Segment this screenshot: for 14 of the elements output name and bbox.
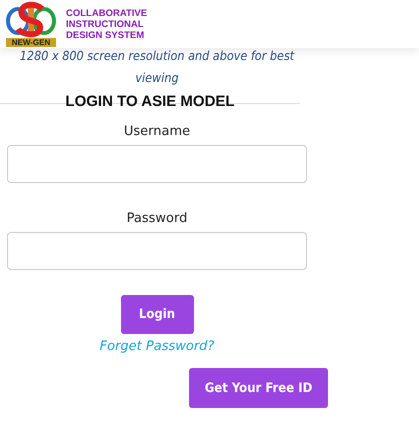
forgot-password-link[interactable]: Forget Password?	[100, 339, 214, 354]
login-button[interactable]: Login	[120, 295, 194, 334]
app-title: COLLABORATIVE	[66, 8, 148, 18]
login-heading: LOGIN TO ASIE MODEL	[65, 93, 235, 110]
field-label: Username	[124, 124, 190, 139]
app-title: DESIGN SYSTEM	[66, 30, 146, 40]
input-field[interactable]	[7, 232, 307, 270]
logo-icon	[4, 1, 58, 39]
free-id-button[interactable]: Get Your Free ID	[189, 368, 328, 408]
logo-text: NEW-GEN	[6, 38, 56, 47]
input-field[interactable]	[7, 145, 307, 183]
app-title: INSTRUCTIONAL	[66, 18, 145, 30]
field-label: Password	[126, 211, 188, 226]
resolution-notice: 1280 x 800 screen resolution and above for best viewing	[18, 47, 296, 87]
